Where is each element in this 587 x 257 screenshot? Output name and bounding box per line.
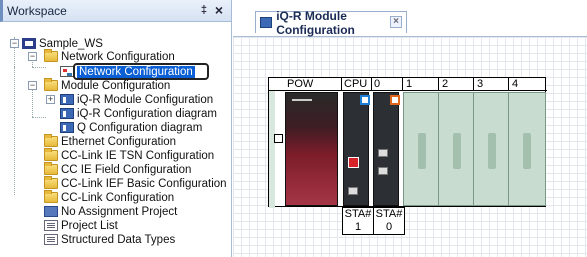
project-tree: − Sample_WS − Network Configuration Netw… (0, 23, 231, 257)
collapse-toggle[interactable]: − (28, 52, 37, 61)
collapse-toggle[interactable]: − (10, 39, 19, 48)
tree-item-label: iQ-R Module Configuration (77, 93, 214, 106)
tree-item-cc-link-ie-tsn-configuration[interactable]: CC-Link IE TSN Configuration (44, 148, 215, 162)
slot-3-empty[interactable] (473, 92, 511, 206)
slot-label-pow: POW (287, 78, 314, 90)
tree-item-label: CC IE Field Configuration (61, 163, 192, 176)
tree-item-ethernet-configuration[interactable]: Ethernet Configuration (44, 134, 177, 148)
tree-item-cc-link-ief-basic-configuration[interactable]: CC-Link IEF Basic Configuration (44, 176, 227, 190)
project-icon (22, 38, 36, 49)
tree-item-label: CC-Link IE TSN Configuration (61, 149, 215, 162)
tree-item-q-configuration-diagram[interactable]: Q Configuration diagram (60, 121, 202, 134)
port-icon (378, 167, 388, 175)
tree-item-module-configuration[interactable]: Module Configuration (44, 78, 171, 92)
tree-item-cc-link-configuration[interactable]: CC-Link Configuration (44, 190, 175, 204)
tree-item-label: Project List (61, 219, 118, 232)
cpu-logo-icon (348, 157, 359, 168)
sta-label: STA# (375, 208, 403, 220)
workspace-title: Workspace (7, 3, 67, 18)
tab-close-icon[interactable]: × (390, 16, 402, 28)
port-icon (348, 187, 358, 195)
slot-label-1: 1 (406, 78, 413, 90)
module-status-indicator (390, 95, 400, 105)
rack-connector (274, 134, 283, 143)
port-icon (378, 149, 388, 157)
folder-icon (44, 148, 58, 161)
slot-0-module[interactable] (373, 92, 400, 206)
tree-item-label: CC-Link Configuration (61, 191, 175, 204)
station-number-box-1: STA# 1 (342, 207, 374, 235)
module-config-icon (260, 17, 273, 28)
station-number-box-2: STA# 0 (373, 207, 405, 235)
tab-label: iQ-R Module Configuration (276, 8, 355, 37)
expand-toggle[interactable]: + (46, 95, 55, 104)
folder-icon (44, 190, 58, 203)
module-config-icon (60, 108, 74, 119)
tree-item-label: Network Configuration (61, 50, 175, 63)
slot-label-4: 4 (512, 78, 519, 90)
editor-area: iQ-R Module Configuration × POW CPU 0 1 … (233, 0, 587, 257)
tree-item-label: Ethernet Configuration (61, 135, 177, 148)
slot-4-empty[interactable] (508, 92, 546, 206)
tree-item-iqr-configuration-diagram[interactable]: iQ-R Configuration diagram (60, 107, 217, 120)
base-unit-rack[interactable]: POW CPU 0 1 2 3 4 (268, 77, 547, 208)
slot-2-empty[interactable] (438, 92, 476, 206)
tree-item-cc-ie-field-configuration[interactable]: CC IE Field Configuration (44, 162, 192, 176)
tree-item-label: CC-Link IEF Basic Configuration (61, 177, 227, 190)
tree-item-label: No Assignment Project (61, 205, 178, 218)
tree-item-no-assignment-project[interactable]: No Assignment Project (44, 205, 177, 218)
tree-item-iqr-module-configuration[interactable]: iQ-R Module Configuration (60, 93, 213, 106)
cpu-status-indicator (360, 95, 370, 105)
pin-icon[interactable]: ‡ (201, 4, 207, 16)
configuration-canvas[interactable]: POW CPU 0 1 2 3 4 STA# 1 STA# 0 (233, 37, 587, 257)
tree-item-network-configuration-folder[interactable]: Network Configuration (44, 49, 175, 63)
close-icon[interactable]: × (215, 2, 223, 18)
selection-highlight-box (73, 63, 209, 80)
list-icon (44, 234, 58, 245)
tree-item-structured-data-types[interactable]: Structured Data Types (44, 233, 175, 246)
sta-value: 1 (354, 221, 362, 233)
no-assignment-icon (44, 206, 58, 217)
sta-label: STA# (344, 208, 372, 220)
folder-icon (44, 49, 58, 62)
folder-icon (44, 176, 58, 189)
tab-iqr-module-configuration[interactable]: iQ-R Module Configuration × (255, 9, 407, 37)
slot-label-3: 3 (477, 78, 484, 90)
workspace-header: Workspace ‡ × (0, 0, 231, 22)
slot-1-empty[interactable] (403, 92, 441, 206)
slot-label-0: 0 (374, 78, 381, 90)
rack-side (269, 91, 275, 208)
sta-value: 0 (385, 221, 393, 233)
tree-item-label: Structured Data Types (61, 233, 176, 246)
cpu-module[interactable] (343, 92, 370, 206)
folder-icon (44, 134, 58, 147)
folder-icon (44, 162, 58, 175)
list-icon (44, 220, 58, 231)
tree-item-label: Module Configuration (61, 79, 171, 92)
tree-item-label: iQ-R Configuration diagram (77, 107, 217, 120)
tree-item-project-list[interactable]: Project List (44, 219, 118, 232)
workspace-panel: Workspace ‡ × − Sample_WS − Network Conf… (0, 0, 232, 257)
network-config-icon (60, 66, 74, 77)
folder-icon (44, 78, 58, 91)
editor-tab-strip: iQ-R Module Configuration × (233, 0, 587, 37)
module-config-icon (60, 94, 74, 105)
tree-item-label: Sample_WS (39, 37, 103, 50)
slot-label-cpu: CPU (344, 78, 368, 90)
tree-item-label: Q Configuration diagram (77, 121, 203, 134)
module-config-icon (60, 122, 74, 133)
slot-label-2: 2 (442, 78, 449, 90)
power-module[interactable] (285, 92, 338, 206)
collapse-toggle[interactable]: − (28, 81, 37, 90)
tree-item-sample-ws[interactable]: Sample_WS (22, 37, 103, 50)
